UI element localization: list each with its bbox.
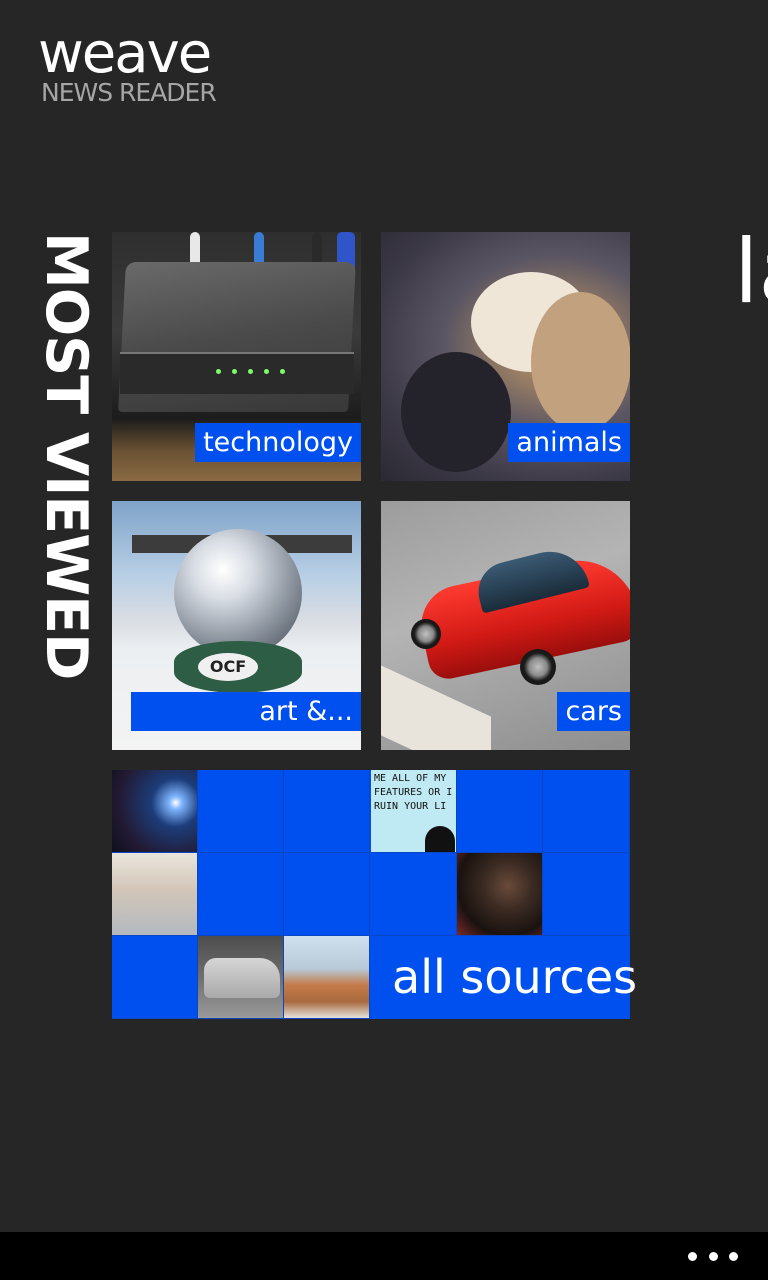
app-root: weave NEWS READER MOST VIEWED la technol… [0, 0, 768, 1280]
mosaic-cell [371, 853, 457, 936]
tile-technology[interactable]: technology [112, 232, 361, 481]
ellipsis-icon [729, 1251, 738, 1261]
mosaic-cell [198, 770, 284, 853]
mosaic-cell [543, 853, 630, 936]
section-header-label: MOST VIEWED [36, 232, 96, 680]
mosaic-cell [198, 853, 284, 936]
tile-art[interactable]: OCF art &... [112, 501, 361, 750]
mosaic-cell [284, 770, 370, 853]
mosaic-space-image [112, 770, 198, 853]
tile-animals[interactable]: animals [381, 232, 630, 481]
all-sources-tile[interactable]: ME ALL OF MY FEATURES OR I RUIN YOUR LI … [112, 770, 638, 1019]
mosaic-street-image [284, 936, 370, 1019]
tile-label: cars [557, 692, 630, 731]
next-section-header-label: la [734, 222, 768, 322]
all-sources-label: all sources [392, 950, 638, 1004]
mosaic-cell [284, 853, 370, 936]
mosaic-van-image [198, 936, 284, 1019]
mosaic-cell [457, 770, 543, 853]
mosaic-comic-image: ME ALL OF MY FEATURES OR I RUIN YOUR LI [371, 770, 457, 853]
more-options-button[interactable] [688, 1232, 738, 1280]
mosaic-cell [543, 770, 630, 853]
section-header-most-viewed[interactable]: MOST VIEWED [36, 232, 96, 752]
comic-text: ME ALL OF MY FEATURES OR I RUIN YOUR LI [374, 773, 453, 812]
app-bar [0, 1232, 768, 1280]
tile-label: art &... [131, 692, 361, 731]
tile-label: animals [508, 423, 630, 462]
tile-label: technology [195, 423, 361, 462]
mosaic-basketball-player-image [457, 853, 543, 936]
tile-cars[interactable]: cars [381, 501, 630, 750]
mosaic-figurines-image [112, 853, 198, 936]
app-subtitle: NEWS READER [41, 78, 217, 107]
ellipsis-icon [688, 1251, 697, 1261]
mosaic-cell [112, 936, 198, 1019]
next-section-header-peek[interactable]: la [734, 222, 768, 322]
app-title: weave [38, 21, 212, 86]
ellipsis-icon [708, 1251, 718, 1261]
